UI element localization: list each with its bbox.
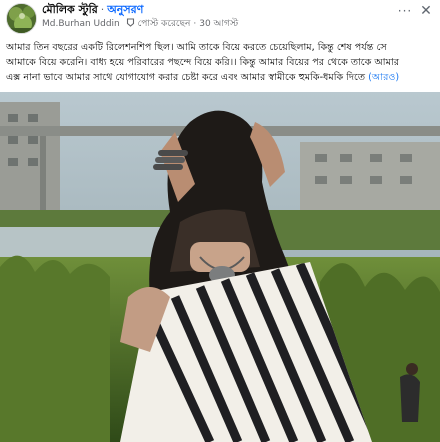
post-text-line: এক্স নানা ভাবে আমার সাথে যোগাযোগ করার চে…	[6, 70, 436, 85]
title-separator: ·	[100, 3, 105, 16]
author-link[interactable]: Md.Burhan Uddin	[42, 19, 120, 29]
author-badge-icon	[126, 18, 135, 27]
close-button[interactable]: ✕	[418, 3, 434, 19]
post-text-line: আমার তিন বছরের একটি রিলেশনশিপ ছিল। আমি ত…	[6, 42, 387, 53]
avatar-image	[7, 4, 36, 33]
post-meta-row: Md.Burhan Uddin পোস্ট করেছেন · 30 আগস্ট	[42, 18, 238, 31]
post-header: মৌলিক স্টুরি · অনুসরণ Md.Burhan Uddin পোস্…	[0, 0, 440, 38]
post-text-line: আমাকে বিয়ে করেনি। বাধ্য হয়ে পরিবারের প…	[6, 57, 400, 68]
close-icon: ✕	[420, 3, 432, 19]
date-separator: ·	[193, 19, 197, 29]
group-avatar[interactable]	[6, 3, 37, 34]
post-photo-image	[0, 92, 440, 442]
group-name-link[interactable]: মৌলিক স্টুরি	[42, 3, 98, 16]
post-photo[interactable]	[0, 92, 440, 442]
post-title-row: মৌলিক স্টুরি · অনুসরণ	[42, 3, 143, 17]
posted-by-label: পোস্ট করেছেন	[137, 19, 191, 29]
more-dots-icon: ···	[397, 4, 413, 18]
post-text-line-content: এক্স নানা ভাবে আমার সাথে যোগাযোগ করার চে…	[6, 72, 366, 83]
see-more-link[interactable]: (আরও)	[368, 72, 399, 83]
follow-button[interactable]: অনুসরণ	[107, 3, 143, 16]
more-options-button[interactable]: ···	[396, 4, 414, 20]
post-text: আমার তিন বছরের একটি রিলেশনশিপ ছিল। আমি ত…	[6, 40, 436, 85]
post-date[interactable]: 30 আগস্ট	[199, 19, 238, 29]
